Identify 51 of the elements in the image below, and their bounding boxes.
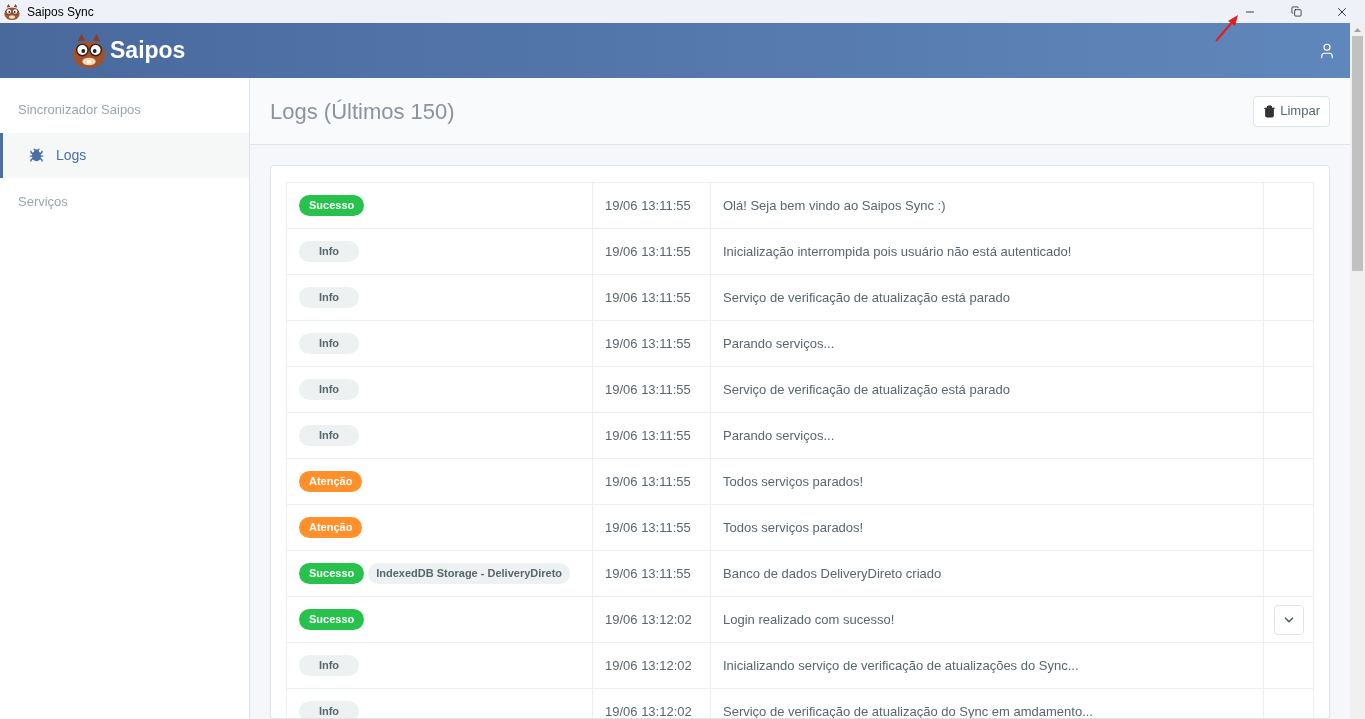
bug-icon (29, 147, 44, 163)
expand-button[interactable] (1273, 604, 1304, 635)
message-cell: Serviço de verificação de atualização está parado (710, 274, 1264, 321)
status-badge: Atenção (299, 471, 363, 492)
time-cell: 19/06 13:11:55 (592, 228, 711, 275)
window-title: Saipos Sync (27, 3, 94, 21)
message-cell: Olá! Seja bem vindo ao Saipos Sync :) (710, 182, 1264, 229)
time-cell: 19/06 13:12:02 (592, 642, 711, 689)
time-cell: 19/06 13:11:55 (592, 458, 711, 505)
status-badge: Info (299, 333, 359, 354)
source-tag: IndexedDB Storage - DeliveryDireto (368, 563, 571, 584)
squirrel-logo-icon (3, 2, 21, 21)
annotation-arrow-drawing (1214, 13, 1240, 43)
trash-icon (1263, 104, 1277, 118)
message-cell: Todos serviços parados! (710, 504, 1264, 551)
time-cell: 19/06 13:11:55 (592, 412, 711, 459)
clear-button[interactable]: Limpar (1253, 95, 1330, 127)
sidebar-section-title: Sincronizador Saipos (17, 101, 142, 119)
scrollbar-thumb[interactable] (1352, 36, 1363, 271)
message-cell: Inicializando serviço de verificação de atualizações do Sync... (710, 642, 1264, 689)
message-cell: Banco de dados DeliveryDireto criado (710, 550, 1264, 597)
message-cell: Login realizado com sucesso! (710, 596, 1264, 643)
status-badge: Sucesso (299, 563, 365, 584)
time-cell: 19/06 13:11:55 (592, 366, 711, 413)
status-badge: Info (299, 655, 359, 676)
message-cell: Serviço de verificação de atualização está parado (710, 366, 1264, 413)
message-cell: Todos serviços parados! (710, 458, 1264, 505)
time-cell: 19/06 13:11:55 (592, 274, 711, 321)
message-cell: Inicialização interrompida pois usuário não está autenticado! (710, 228, 1264, 275)
time-cell: 19/06 13:11:55 (592, 182, 711, 229)
time-cell: 19/06 13:11:55 (592, 504, 711, 551)
restore-icon (1290, 6, 1302, 17)
sidebar-item[interactable]: Logs (0, 132, 249, 178)
sidebar-section-title: Serviços (17, 192, 69, 211)
squirrel-logo-icon (70, 31, 108, 70)
message-cell: Parando serviços... (710, 320, 1264, 367)
status-badge: Sucesso (299, 195, 365, 216)
status-badge: Info (299, 701, 359, 718)
time-cell: 19/06 13:12:02 (592, 596, 711, 643)
status-badge: Info (299, 241, 359, 262)
status-badge: Atenção (299, 517, 363, 538)
time-cell: 19/06 13:11:55 (592, 320, 711, 367)
status-badge: Info (299, 287, 359, 308)
time-cell: 19/06 13:11:55 (592, 550, 711, 597)
scroll-up-arrow-icon[interactable] (1354, 28, 1361, 32)
status-badge: Sucesso (299, 609, 365, 630)
status-badge: Info (299, 425, 359, 446)
message-cell: Parando serviços... (710, 412, 1264, 459)
status-badge: Info (299, 379, 359, 400)
page-title: Logs (Últimos 150) (270, 97, 455, 126)
brand-name: Saipos (110, 36, 186, 66)
